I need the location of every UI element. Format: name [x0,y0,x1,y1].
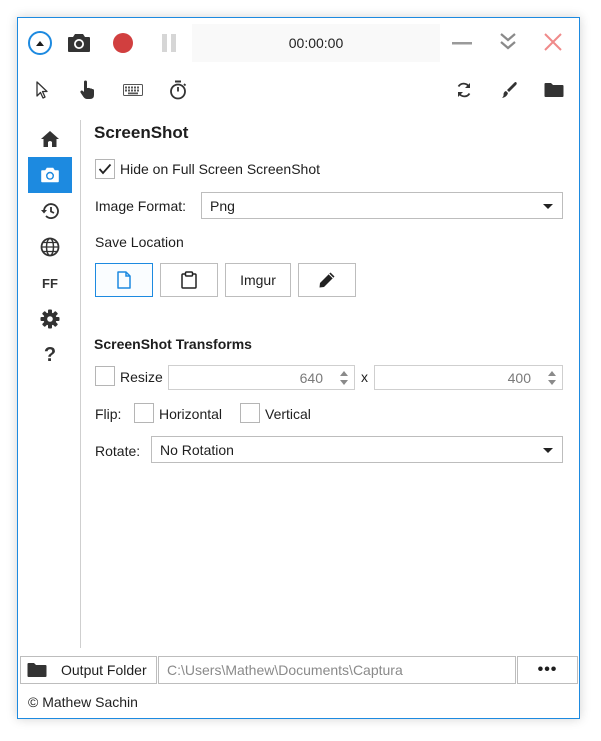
mouse-clicks-toggle[interactable] [76,78,100,102]
edit-button[interactable] [497,78,521,102]
image-format-value: Png [210,197,235,214]
output-folder-bar: Output Folder C:\Users\Mathew\Documents\… [20,656,578,686]
gear-icon [40,309,60,329]
folder-icon [27,663,47,677]
mouse-pointer-icon [36,81,48,99]
minimize-button[interactable] [450,31,474,55]
hide-fullscreen-checkbox[interactable] [95,159,115,179]
sidebar-item-screenshot[interactable] [28,157,72,193]
resize-width-input[interactable]: 640 [168,365,355,390]
upload-imgur-button[interactable]: Imgur [225,263,291,297]
cursor-toggle[interactable] [30,78,54,102]
resize-height-input[interactable]: 400 [374,365,563,390]
pause-icon [162,34,176,52]
sidebar-item-home[interactable] [28,121,72,157]
increment-icon[interactable] [548,371,556,376]
sidebar-item-recent[interactable] [28,193,72,229]
resize-width-value: 640 [299,370,323,386]
flip-vertical-checkbox[interactable] [240,403,260,423]
hand-pointer-icon [80,80,94,99]
history-icon [41,203,59,219]
ellipsis-icon: ••• [537,661,558,678]
save-location-label: Save Location [95,234,184,250]
output-path-field[interactable]: C:\Users\Mathew\Documents\Captura [158,656,516,684]
flip-horizontal-label: Horizontal [159,406,223,422]
keyboard-icon [123,84,143,96]
dropdown-arrow-icon [543,204,553,209]
sidebar-item-ffmpeg[interactable]: FF [28,265,72,301]
sidebar-item-about[interactable]: ? [28,337,72,373]
camera-icon [41,167,59,183]
rotate-label: Rotate: [95,443,141,459]
refresh-icon [457,82,471,98]
screenshot-title: ScreenShot [94,123,189,142]
dropdown-arrow-icon [543,448,553,453]
imgur-label: Imgur [240,272,276,288]
home-icon [41,131,59,147]
resize-height-value: 400 [507,370,531,386]
timer-toggle[interactable] [166,78,190,102]
record-button[interactable] [113,33,133,53]
output-path-text: C:\Users\Mathew\Documents\Captura [167,662,403,678]
minimize-icon [452,42,472,45]
increment-icon[interactable] [340,371,348,376]
close-button[interactable] [541,30,565,54]
sidebar-item-settings[interactable] [28,301,72,337]
camera-icon [68,34,90,52]
copyright-text: © Mathew Sachin [28,694,138,710]
collapse-button[interactable] [28,31,52,55]
globe-icon [40,237,60,257]
transforms-title: ScreenShot Transforms [94,336,252,352]
title-bar: 00:00:00 [18,18,579,68]
pencil-icon [319,272,335,288]
output-folder-button[interactable]: Output Folder [20,656,157,684]
paintbrush-icon [502,81,517,98]
clipboard-icon [181,271,197,289]
save-to-clipboard-button[interactable] [160,263,218,297]
resize-label: Resize [120,369,163,385]
more-options-button[interactable]: ••• [517,656,578,684]
rotate-select[interactable]: No Rotation [151,436,563,463]
open-folder-button[interactable] [542,78,566,102]
sidebar-divider [80,120,81,648]
minimize-to-tray-button[interactable] [496,29,520,53]
chevron-up-icon [36,41,44,46]
output-folder-label: Output Folder [61,662,147,678]
folder-icon [544,83,564,97]
capture-options-toolbar [18,74,579,104]
resize-x-label: x [361,369,368,385]
timer-display: 00:00:00 [192,24,440,62]
open-in-editor-button[interactable] [298,263,356,297]
checkmark-icon [98,163,112,175]
image-format-label: Image Format: [95,198,187,214]
flip-label: Flip: [95,406,122,422]
double-chevron-down-icon [500,33,516,50]
file-icon [117,271,131,289]
close-icon [544,33,562,51]
rotate-value: No Rotation [160,441,234,458]
keystrokes-toggle[interactable] [121,78,145,102]
hide-fullscreen-label: Hide on Full Screen ScreenShot [120,161,320,177]
stopwatch-icon [170,80,187,100]
captura-window: 00:00:00 FF ? ScreenShot Hide on Full Sc… [17,17,580,719]
image-format-select[interactable]: Png [201,192,563,219]
decrement-icon[interactable] [548,380,556,385]
flip-horizontal-checkbox[interactable] [134,403,154,423]
decrement-icon[interactable] [340,380,348,385]
sidebar-item-web[interactable] [28,229,72,265]
save-to-disk-button[interactable] [95,263,153,297]
timer-text: 00:00:00 [288,35,344,51]
pause-button[interactable] [158,32,180,54]
screenshot-button[interactable] [66,30,92,56]
refresh-button[interactable] [452,78,476,102]
help-label: ? [43,343,57,366]
resize-checkbox[interactable] [95,366,115,386]
sidebar-nav: FF ? [28,121,72,381]
flip-vertical-label: Vertical [265,406,311,422]
ffmpeg-label: FF [42,275,58,291]
